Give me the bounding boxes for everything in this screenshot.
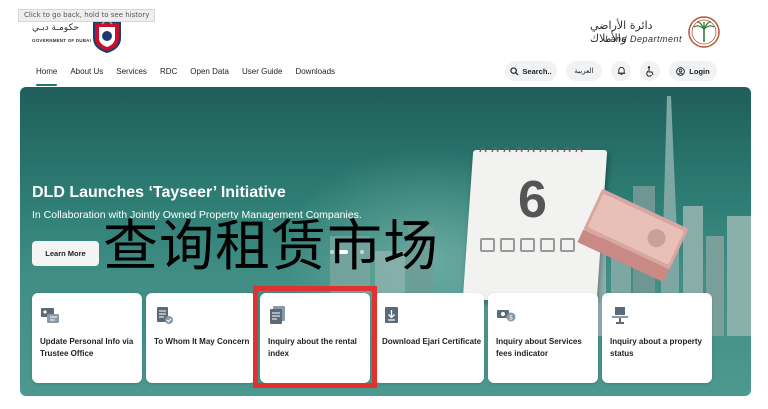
card-label: Download Ejari Certificate: [382, 337, 482, 346]
money-icon: $: [497, 310, 516, 322]
back-button-tooltip: Click to go back, hold to see history: [18, 9, 156, 22]
utility-nav: Search.. العربية Login: [505, 61, 717, 81]
dld-english-text: Land Department: [604, 34, 682, 44]
nav-home[interactable]: Home: [36, 66, 58, 86]
card-service-fees-indicator[interactable]: $ Inquiry about Services fees indicator: [488, 293, 598, 383]
palm-tree-icon: [688, 16, 720, 48]
login-label: Login: [689, 66, 710, 76]
notifications-button[interactable]: [611, 61, 631, 81]
card-download-ejari[interactable]: Download Ejari Certificate: [374, 293, 484, 383]
highlight-box: [253, 286, 377, 388]
calendar-number: 6: [518, 171, 547, 229]
calendar-binding: [479, 146, 583, 153]
bell-icon: [617, 66, 625, 76]
search-button[interactable]: Search..: [505, 61, 557, 81]
hero-title: DLD Launches ‘Tayseer’ Initiative: [32, 184, 286, 201]
accessibility-button[interactable]: [640, 61, 660, 81]
nav-user-guide[interactable]: User Guide: [242, 66, 282, 82]
search-label: Search..: [522, 66, 552, 76]
land-department-logo[interactable]: دائرة الأراضي والأملاك Land Department: [590, 16, 720, 50]
card-to-whom-it-may-concern[interactable]: To Whom It May Concern: [146, 293, 256, 383]
gov-arabic-text: حكومـة دبـي: [32, 23, 79, 33]
language-toggle[interactable]: العربية: [566, 61, 602, 81]
accessibility-icon: [646, 65, 654, 77]
government-of-dubai-logo[interactable]: حكومـة دبـي GOVERNMENT OF DUBAI: [32, 18, 132, 54]
page: حكومـة دبـي GOVERNMENT OF DUBAI Click to…: [0, 0, 768, 409]
search-icon: [510, 66, 519, 76]
user-icon: [676, 66, 686, 76]
overlay-caption: 查询租赁市场: [103, 214, 440, 278]
id-card-icon: [41, 308, 59, 323]
calendar-grid: [480, 238, 575, 252]
nav-about-us[interactable]: About Us: [70, 66, 103, 82]
card-label: Update Personal Info via Trustee Office: [40, 337, 134, 358]
card-label: To Whom It May Concern: [154, 337, 250, 346]
learn-more-button[interactable]: Learn More: [32, 241, 99, 266]
nav-services[interactable]: Services: [116, 66, 147, 82]
gov-english-text: GOVERNMENT OF DUBAI: [32, 38, 92, 43]
document-check-icon: [157, 307, 173, 324]
dubai-emblem-icon: [93, 18, 121, 54]
svg-text:$: $: [509, 315, 513, 322]
card-update-personal-info[interactable]: Update Personal Info via Trustee Office: [32, 293, 142, 383]
card-label: Inquiry about Services fees indicator: [496, 337, 582, 358]
nav-downloads[interactable]: Downloads: [295, 66, 335, 82]
nav-open-data[interactable]: Open Data: [190, 66, 229, 82]
card-label: Inquiry about a property status: [610, 337, 703, 358]
login-button[interactable]: Login: [669, 61, 717, 81]
main-nav: Home About Us Services RDC Open Data Use…: [36, 66, 348, 86]
property-status-icon: [612, 307, 628, 324]
nav-rdc[interactable]: RDC: [160, 66, 177, 82]
card-property-status[interactable]: Inquiry about a property status: [602, 293, 712, 383]
download-document-icon: [385, 307, 398, 323]
